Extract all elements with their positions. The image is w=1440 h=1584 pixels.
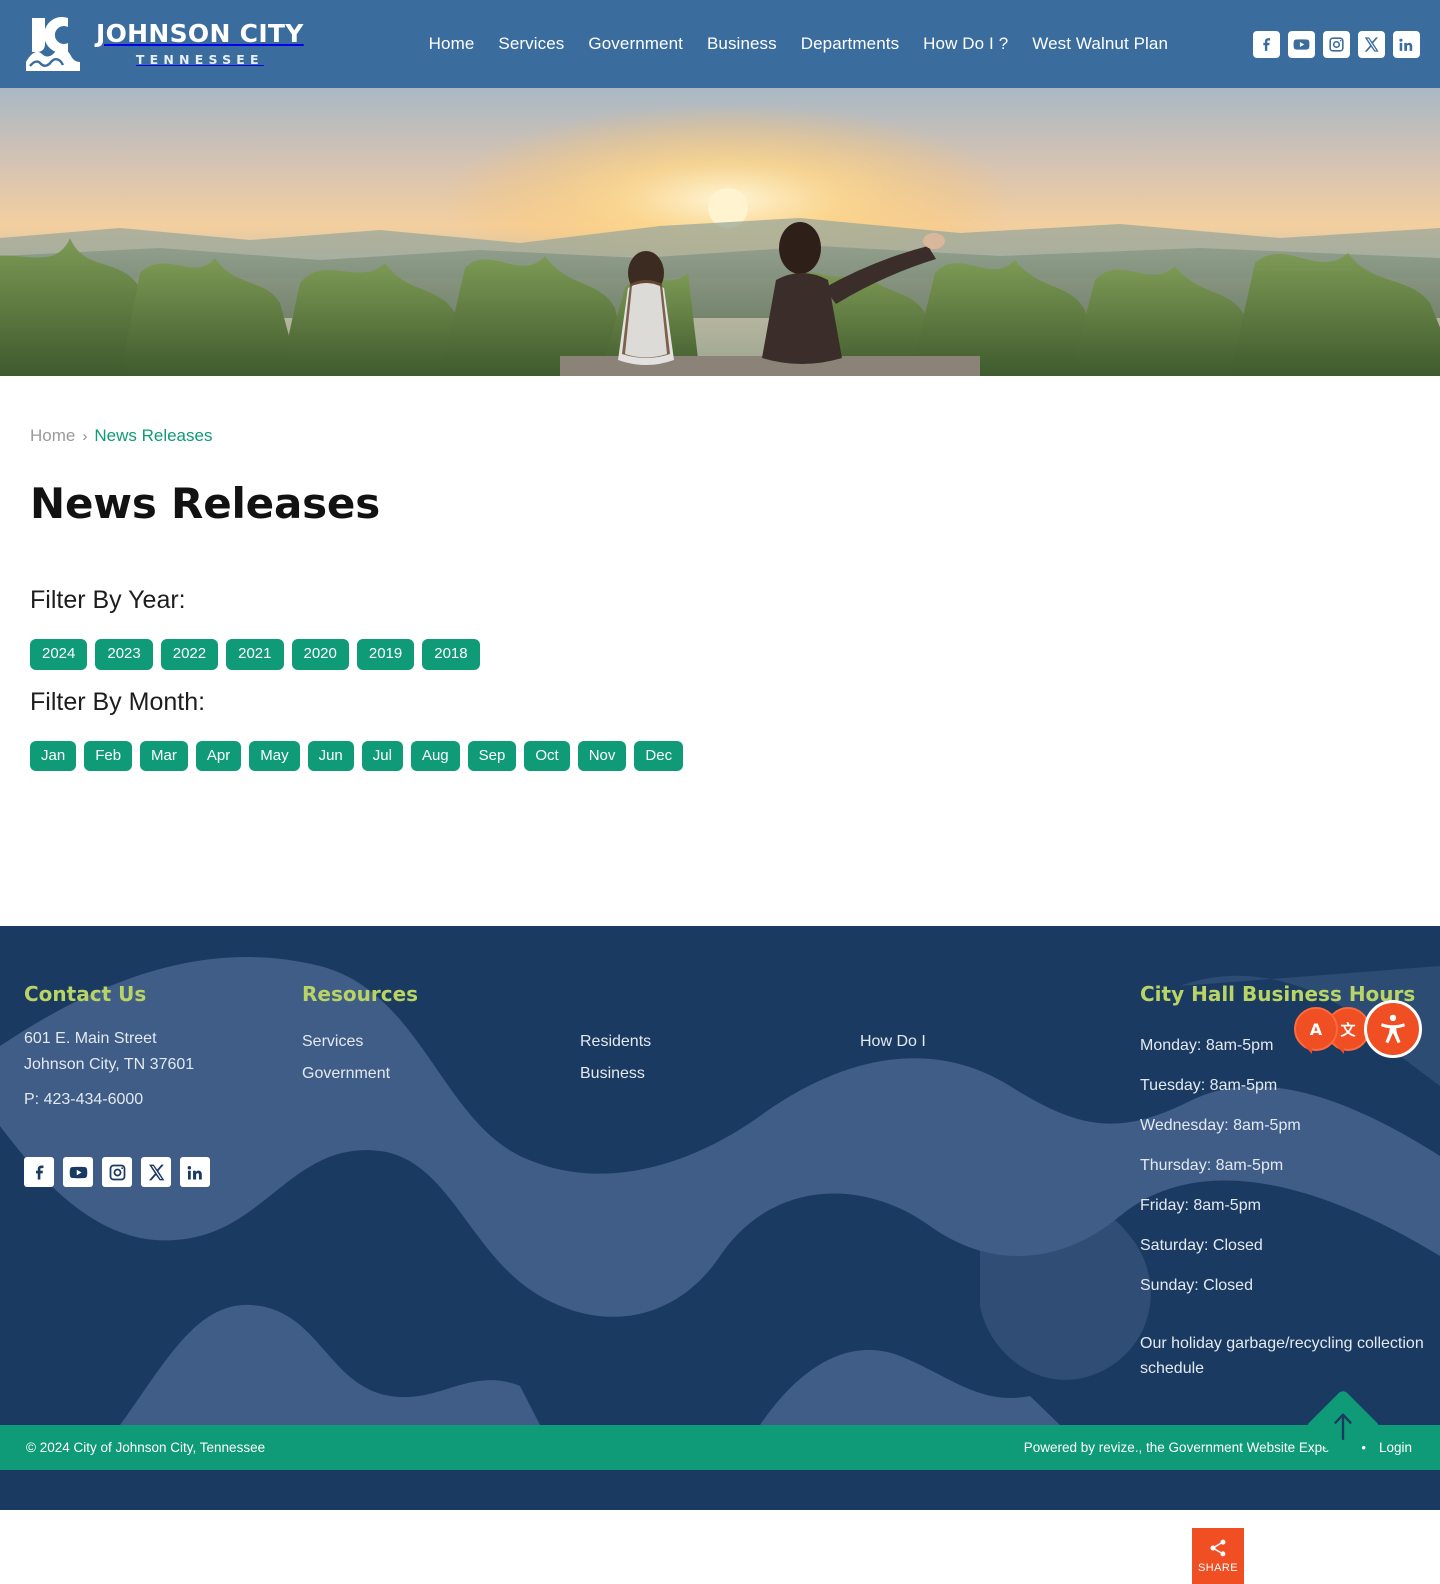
month-filter-may[interactable]: May — [249, 740, 300, 771]
month-filter-jul[interactable]: Jul — [361, 740, 403, 771]
footer-hours-tuesday: Tuesday: 8am-5pm — [1140, 1077, 1278, 1094]
footer-link-government[interactable]: Government — [302, 1058, 580, 1090]
logo-text-block: JOHNSON CITY TENNESSEE — [96, 19, 304, 67]
nav-item-how-do-i[interactable]: How Do I ? — [923, 34, 1008, 54]
year-filter-2022[interactable]: 2022 — [160, 639, 219, 670]
accessibility-widget-cluster: A 文 — [1294, 1000, 1422, 1058]
footer-social-links — [24, 1157, 302, 1188]
month-filter-nov[interactable]: Nov — [577, 740, 627, 771]
hero-illustration — [0, 88, 1440, 376]
share-button[interactable]: SHARE — [1192, 1528, 1244, 1584]
month-filter-jan[interactable]: Jan — [30, 740, 77, 771]
x-twitter-icon[interactable] — [141, 1157, 171, 1188]
footer-holiday-schedule-link[interactable]: Our holiday garbage/recycling collection… — [1140, 1332, 1430, 1382]
cjk-glyph-icon: 文 — [1340, 1021, 1356, 1039]
footer-contact-heading: Contact Us — [24, 982, 147, 1006]
letter-a-glyph-icon: A — [1310, 1020, 1323, 1039]
post-footer-space — [0, 1470, 1440, 1510]
nav-item-business[interactable]: Business — [707, 34, 777, 54]
footer-link-business[interactable]: Business — [580, 1058, 860, 1090]
year-filter-2023[interactable]: 2023 — [95, 639, 153, 670]
share-icon — [1210, 1539, 1226, 1557]
month-filter-list: Jan Feb Mar Apr May Jun Jul Aug Sep Oct … — [30, 740, 1410, 771]
footer-hours-friday: Friday: 8am-5pm — [1140, 1197, 1261, 1214]
linkedin-icon[interactable] — [180, 1157, 210, 1188]
year-filter-2021[interactable]: 2021 — [226, 639, 284, 670]
footer-phone: P: 423-434-6000 — [24, 1090, 144, 1108]
footer-resources-column-2: Residents Business — [580, 982, 860, 1382]
footer-hours-thursday: Thursday: 8am-5pm — [1140, 1157, 1284, 1174]
footer-hours-saturday: Saturday: Closed — [1140, 1237, 1263, 1254]
month-filter-feb[interactable]: Feb — [84, 740, 133, 771]
accessibility-button[interactable] — [1364, 1000, 1422, 1058]
youtube-icon[interactable] — [1288, 30, 1315, 58]
footer-contact-column: Contact Us 601 E. Main Street Johnson Ci… — [24, 982, 302, 1382]
month-filter-sep[interactable]: Sep — [467, 740, 517, 771]
translate-language-icon[interactable]: A — [1294, 1007, 1338, 1054]
jc-monogram-logo-icon — [26, 17, 80, 71]
nav-item-west-walnut-plan[interactable]: West Walnut Plan — [1032, 34, 1168, 54]
breadcrumb: Home › News Releases — [30, 426, 1410, 446]
footer-hours-sunday: Sunday: Closed — [1140, 1277, 1253, 1294]
footer-columns: Contact Us 601 E. Main Street Johnson Ci… — [0, 926, 1440, 1382]
page-root: JOHNSON CITY TENNESSEE Home Services Gov… — [0, 0, 1440, 1584]
site-footer: Contact Us 601 E. Main Street Johnson Ci… — [0, 926, 1440, 1425]
svg-text:A: A — [1310, 1020, 1323, 1039]
year-filter-2024[interactable]: 2024 — [30, 639, 88, 670]
year-filter-list: 2024 2023 2022 2021 2020 2019 2018 — [30, 639, 1410, 670]
footer-resources-column-3: How Do I — [860, 982, 1140, 1382]
nav-item-departments[interactable]: Departments — [801, 34, 899, 54]
arrow-up-icon — [1334, 1413, 1352, 1440]
main-content: Home › News Releases News Releases Filte… — [0, 376, 1440, 771]
youtube-icon[interactable] — [63, 1157, 93, 1188]
linkedin-icon[interactable] — [1393, 30, 1420, 58]
year-filter-2020[interactable]: 2020 — [291, 639, 349, 670]
accessibility-person-icon — [1381, 1014, 1405, 1044]
nav-item-government[interactable]: Government — [588, 34, 683, 54]
copyright-text: © 2024 City of Johnson City, Tennessee — [26, 1440, 266, 1455]
year-filter-2019[interactable]: 2019 — [356, 639, 415, 670]
svg-text:文: 文 — [1340, 1021, 1356, 1039]
x-twitter-icon[interactable] — [1358, 30, 1385, 58]
month-filter-jun[interactable]: Jun — [307, 740, 354, 771]
month-filter-dec[interactable]: Dec — [634, 740, 684, 771]
breadcrumb-separator-icon: › — [82, 427, 88, 445]
filter-by-year-label: Filter By Year: — [30, 586, 186, 614]
hero-banner-image — [0, 88, 1440, 376]
footer-address-line-2: Johnson City, TN 37601 — [24, 1056, 195, 1074]
footer-link-how-do-i[interactable]: How Do I — [860, 1026, 1140, 1058]
share-button-label: SHARE — [1198, 1562, 1238, 1574]
month-filter-apr[interactable]: Apr — [195, 740, 242, 771]
facebook-icon[interactable] — [24, 1157, 54, 1188]
footer-resources-column: Resources Services Government — [302, 982, 580, 1382]
nav-item-home[interactable]: Home — [429, 34, 475, 54]
site-header: JOHNSON CITY TENNESSEE Home Services Gov… — [0, 0, 1440, 88]
site-logo[interactable]: JOHNSON CITY TENNESSEE — [24, 14, 304, 74]
instagram-icon[interactable] — [1323, 30, 1350, 58]
nav-item-services[interactable]: Services — [498, 34, 564, 54]
footer-bottom-bar: © 2024 City of Johnson City, Tennessee P… — [0, 1425, 1440, 1470]
main-navigation: Home Services Government Business Depart… — [344, 34, 1253, 54]
footer-link-services[interactable]: Services — [302, 1026, 580, 1058]
instagram-icon[interactable] — [102, 1157, 132, 1188]
header-social-links — [1253, 30, 1420, 58]
filter-by-month-label: Filter By Month: — [30, 687, 206, 716]
breadcrumb-current-link[interactable]: News Releases — [94, 426, 212, 446]
logo-subtitle: TENNESSEE — [135, 51, 264, 67]
year-filter-2018[interactable]: 2018 — [422, 639, 480, 670]
breadcrumb-home-link[interactable]: Home — [30, 426, 75, 446]
facebook-icon[interactable] — [1253, 30, 1280, 58]
footer-link-residents[interactable]: Residents — [580, 1026, 860, 1058]
month-filter-aug[interactable]: Aug — [410, 740, 460, 771]
powered-by-link[interactable]: Powered by revize., the Government Websi… — [1024, 1440, 1349, 1455]
month-filter-mar[interactable]: Mar — [140, 740, 188, 771]
footer-resources-heading: Resources — [302, 982, 419, 1006]
login-link[interactable]: Login — [1379, 1440, 1412, 1455]
footer-address-line-1: 601 E. Main Street — [24, 1030, 157, 1047]
page-title: News Releases — [30, 479, 380, 528]
month-filter-oct[interactable]: Oct — [524, 740, 570, 771]
logo-title: JOHNSON CITY — [96, 19, 304, 49]
footer-hours-wednesday: Wednesday: 8am-5pm — [1140, 1117, 1301, 1134]
